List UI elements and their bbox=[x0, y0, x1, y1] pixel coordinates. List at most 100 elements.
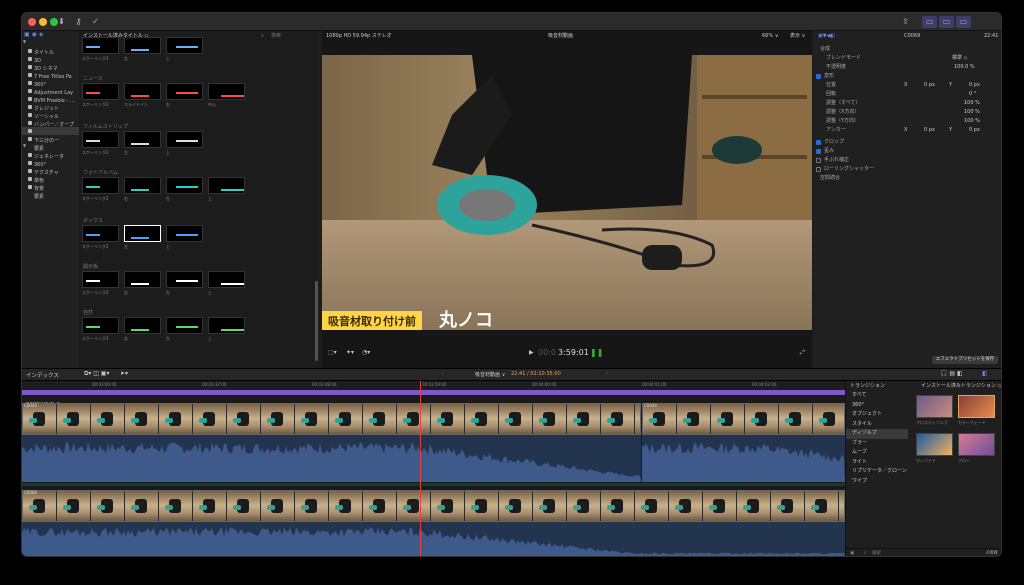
clip-c0069[interactable] bbox=[22, 490, 845, 522]
rolling-shutter-checkbox[interactable] bbox=[816, 167, 821, 172]
audio-waveform-c[interactable] bbox=[22, 522, 845, 556]
browser-scrollbar[interactable] bbox=[315, 281, 318, 361]
clip-c0044-b[interactable] bbox=[642, 403, 845, 435]
transform-tool-icon[interactable]: ⬚▾ bbox=[328, 347, 337, 359]
key-icon[interactable]: ⚷ bbox=[71, 16, 86, 28]
playhead[interactable] bbox=[420, 381, 421, 556]
transition-category[interactable]: ライト bbox=[846, 458, 908, 468]
sidebar-item[interactable]: 背景 bbox=[22, 175, 79, 192]
stabilize-checkbox[interactable] bbox=[816, 158, 821, 163]
effects-browser-icon[interactable]: ◧ bbox=[982, 370, 988, 377]
title-thumbnail[interactable] bbox=[82, 177, 119, 194]
save-effects-preset-button[interactable]: エフェクトプリセットを保存 bbox=[932, 356, 998, 364]
sidebar-item[interactable]: BVM Freebie - … bbox=[22, 87, 79, 104]
share-icon[interactable]: ⇪ bbox=[898, 16, 913, 28]
title-thumbnail[interactable] bbox=[82, 37, 119, 54]
sidebar-item[interactable]: バンパー／オープ bbox=[22, 111, 79, 128]
position-x-value[interactable]: 0 px bbox=[924, 81, 935, 90]
transition-category[interactable]: ワイプ bbox=[846, 477, 908, 487]
sidebar-tab-icons[interactable]: ▣ ◉ ◈ bbox=[22, 31, 79, 39]
forward-nav-icon[interactable]: › bbox=[606, 371, 608, 377]
crop-checkbox[interactable] bbox=[816, 140, 821, 145]
clip-c0044-a[interactable] bbox=[22, 403, 641, 435]
title-thumbnail[interactable] bbox=[82, 225, 119, 242]
title-thumbnail[interactable] bbox=[166, 177, 203, 194]
timeline-project[interactable]: 吸音材動画 ∨ bbox=[475, 371, 505, 378]
title-thumbnail[interactable] bbox=[166, 271, 203, 288]
index-button[interactable]: インデックス bbox=[26, 371, 59, 379]
transition-category[interactable]: 360° bbox=[846, 401, 908, 411]
title-thumbnail[interactable] bbox=[166, 37, 203, 54]
title-thumbnail[interactable] bbox=[124, 131, 161, 148]
sidebar-item[interactable]: ビルドイン／アウ bbox=[22, 119, 79, 136]
anchor-y-value[interactable]: 0 px bbox=[969, 126, 980, 135]
title-thumbnail[interactable] bbox=[208, 83, 245, 100]
audio-waveform-a[interactable] bbox=[22, 435, 641, 482]
transition-thumbnail[interactable] bbox=[958, 433, 995, 456]
distort-checkbox[interactable] bbox=[816, 149, 821, 154]
sidebar-item[interactable]: ソーシャル bbox=[22, 103, 79, 120]
title-thumbnail[interactable] bbox=[124, 83, 161, 100]
title-thumbnail[interactable] bbox=[166, 131, 203, 148]
transition-category[interactable]: ブラー bbox=[846, 439, 908, 449]
title-thumbnail[interactable] bbox=[166, 225, 203, 242]
fullscreen-icon[interactable]: ⤢ bbox=[800, 347, 805, 359]
title-thumbnail[interactable] bbox=[82, 83, 119, 100]
sidebar-item[interactable]: ▼ ジェネレータ bbox=[22, 143, 79, 160]
position-y-value[interactable]: 0 px bbox=[969, 81, 980, 90]
title-thumbnail[interactable] bbox=[208, 317, 245, 334]
sidebar-item[interactable]: 要素 bbox=[22, 135, 79, 152]
transform-checkbox[interactable] bbox=[816, 74, 821, 79]
download-icon[interactable]: ⬇ bbox=[54, 16, 69, 28]
scale-all-value[interactable]: 100 % bbox=[964, 99, 980, 108]
transition-thumbnail[interactable] bbox=[916, 433, 953, 456]
transition-thumbnail[interactable] bbox=[958, 395, 995, 418]
title-thumbnail[interactable] bbox=[208, 271, 245, 288]
sidebar-item[interactable]: 360° bbox=[22, 71, 79, 88]
title-thumbnail[interactable] bbox=[82, 131, 119, 148]
viewer-zoom[interactable]: 66% ∨ bbox=[762, 31, 778, 41]
check-icon[interactable]: ✓ bbox=[88, 16, 103, 28]
sidebar-item[interactable]: 360° bbox=[22, 151, 79, 168]
sidebar-item[interactable]: テクスチャ bbox=[22, 159, 79, 176]
title-thumbnail[interactable] bbox=[166, 83, 203, 100]
transition-category[interactable]: スタイル bbox=[846, 420, 908, 430]
viewer-display-menu[interactable]: 表示 ∨ bbox=[790, 31, 805, 41]
title-lane[interactable]: 吸音材取り付け前 / 丸 bbox=[22, 390, 845, 406]
sidebar-item[interactable]: 7 Free Titles Pa bbox=[22, 63, 79, 80]
opacity-value[interactable]: 100.0 % bbox=[954, 63, 975, 72]
edit-tools-icons[interactable]: ⧉▾ ◫ ▣▾ bbox=[84, 370, 109, 378]
audio-waveform-b[interactable] bbox=[642, 435, 845, 482]
sidebar-item[interactable]: 3D bbox=[22, 47, 79, 64]
inspector-tab-icons[interactable]: ▣▼◀◧ bbox=[818, 33, 835, 39]
blend-mode-value[interactable]: 標準 ◇ bbox=[952, 54, 967, 63]
title-thumbnail[interactable] bbox=[124, 37, 161, 54]
back-nav-icon[interactable]: ‹ bbox=[442, 371, 444, 377]
timeline-ruler[interactable]: 00:03:06:00 00:03:37:00 00:03:48:00 00:03:5… bbox=[22, 381, 845, 390]
title-thumbnail[interactable] bbox=[124, 177, 161, 194]
close-window-button[interactable] bbox=[28, 18, 36, 26]
transition-category[interactable]: オブジェクト bbox=[846, 410, 908, 420]
minimize-window-button[interactable] bbox=[39, 18, 47, 26]
transition-category[interactable]: ムーブ bbox=[846, 448, 908, 458]
sidebar-item[interactable]: Adjustment Lay bbox=[22, 79, 79, 96]
layout-inspector-button[interactable]: ▭ bbox=[956, 16, 971, 28]
sidebar-item[interactable]: クレジット bbox=[22, 95, 79, 112]
title-thumbnail[interactable] bbox=[82, 271, 119, 288]
transition-thumbnail[interactable] bbox=[916, 395, 953, 418]
transition-category[interactable]: リプリケータ／クローン bbox=[846, 467, 908, 477]
scale-x-value[interactable]: 100 % bbox=[964, 108, 980, 117]
title-thumbnail[interactable] bbox=[124, 317, 161, 334]
sidebar-item[interactable]: 要素 bbox=[22, 183, 79, 200]
browser-search-input[interactable]: 検索 bbox=[271, 31, 281, 41]
title-thumbnail[interactable] bbox=[82, 317, 119, 334]
enhance-icon[interactable]: ✦▾ bbox=[346, 347, 354, 359]
filter-icon[interactable]: ▣ bbox=[850, 549, 854, 556]
title-thumbnail[interactable] bbox=[166, 317, 203, 334]
transition-category[interactable]: すべて bbox=[846, 391, 908, 401]
sidebar-item[interactable]: 3D シネマ bbox=[22, 55, 79, 72]
title-thumbnail[interactable] bbox=[124, 225, 161, 242]
scale-y-value[interactable]: 100 % bbox=[964, 117, 980, 126]
speed-icon[interactable]: ◔▾ bbox=[362, 347, 370, 359]
sidebar-item[interactable]: 下三分の一 bbox=[22, 127, 79, 144]
